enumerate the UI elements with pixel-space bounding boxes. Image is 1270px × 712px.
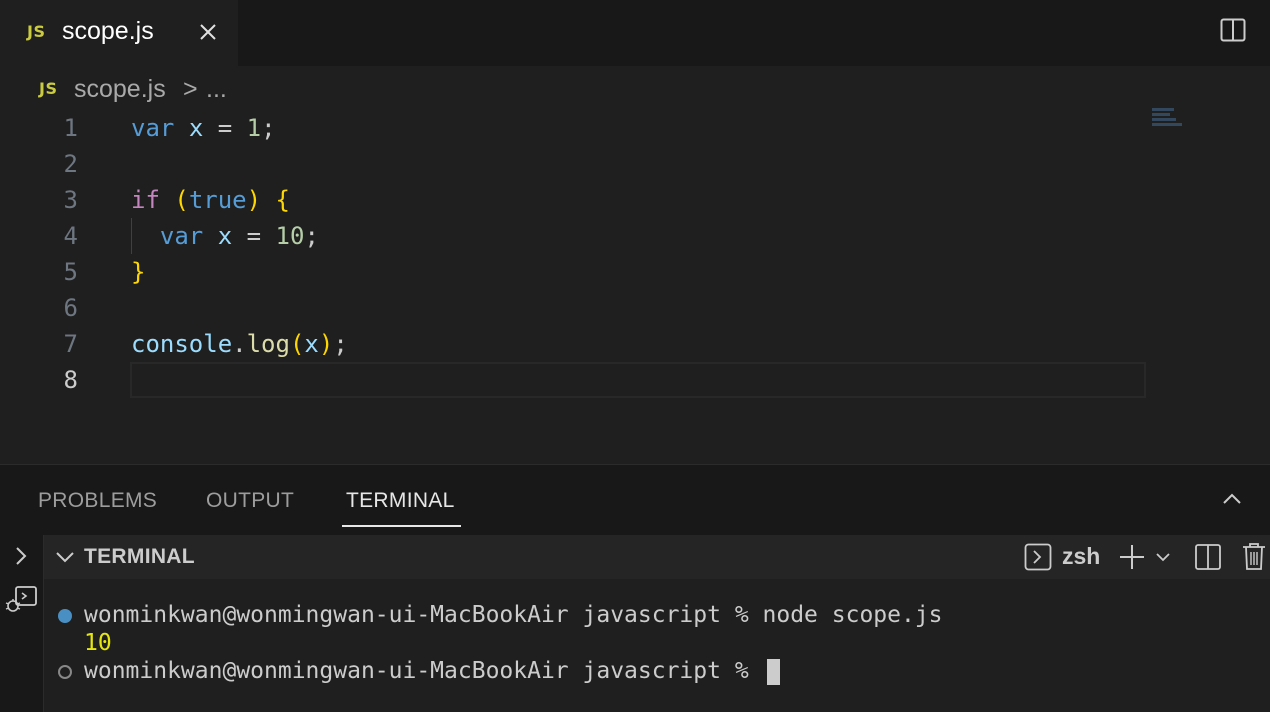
number-literal: 1 bbox=[246, 114, 262, 142]
current-line-highlight bbox=[130, 362, 1146, 398]
identifier: x bbox=[304, 330, 319, 358]
identifier: console bbox=[131, 330, 233, 358]
javascript-file-icon: JS bbox=[39, 79, 58, 98]
number-literal: 10 bbox=[275, 222, 305, 250]
chevron-up-icon[interactable] bbox=[1220, 487, 1244, 511]
tab-output[interactable]: OUTPUT bbox=[206, 489, 294, 513]
keyword: var bbox=[131, 114, 175, 142]
plus-icon[interactable] bbox=[1118, 543, 1146, 571]
code-editor[interactable]: 1 var x = 1; 2 3 if (true) { 4 var x = 1… bbox=[0, 110, 1270, 464]
semicolon: ; bbox=[333, 330, 348, 358]
terminal-side-strip bbox=[0, 535, 44, 712]
terminal-prompt: wonminkwan@wonmingwan-ui-MacBookAir java… bbox=[84, 658, 763, 684]
code-line: 5 } bbox=[0, 254, 1150, 290]
terminal-cursor bbox=[766, 658, 780, 685]
editor-tab-bar: JS scope.js bbox=[0, 0, 1270, 66]
trash-icon[interactable] bbox=[1241, 541, 1267, 571]
code-line: 2 bbox=[0, 146, 1150, 182]
chevron-right-icon[interactable] bbox=[10, 545, 32, 567]
code-line: 7 console.log(x); bbox=[0, 326, 1150, 362]
brace: } bbox=[131, 258, 146, 286]
close-icon[interactable] bbox=[196, 20, 220, 44]
breadcrumb-separator: > bbox=[183, 75, 198, 103]
brace: { bbox=[275, 186, 290, 214]
code-line: 3 if (true) { bbox=[0, 182, 1150, 218]
semicolon: ; bbox=[261, 114, 276, 142]
tab-problems[interactable]: PROBLEMS bbox=[38, 489, 157, 513]
terminal-line: wonminkwan@wonmingwan-ui-MacBookAir java… bbox=[84, 602, 943, 628]
line-number: 4 bbox=[63, 222, 78, 250]
line-number: 2 bbox=[63, 150, 78, 178]
command-pending-dot[interactable] bbox=[58, 665, 72, 679]
javascript-file-icon: JS bbox=[27, 22, 46, 41]
minimap[interactable] bbox=[1152, 108, 1186, 140]
terminal-section-title: TERMINAL bbox=[84, 545, 195, 568]
chevron-down-icon[interactable] bbox=[54, 546, 76, 568]
shell-name[interactable]: zsh bbox=[1062, 543, 1100, 570]
line-number: 6 bbox=[63, 294, 78, 322]
command-success-dot[interactable] bbox=[58, 609, 72, 623]
paren: ( bbox=[174, 186, 189, 214]
editor-tab-scope-js[interactable]: JS scope.js bbox=[0, 0, 238, 66]
line-number: 7 bbox=[63, 330, 78, 358]
dot: . bbox=[232, 330, 247, 358]
paren: ) bbox=[246, 186, 262, 214]
operator: = bbox=[203, 114, 247, 142]
code-line: 1 var x = 1; bbox=[0, 110, 1150, 146]
line-number: 1 bbox=[63, 114, 78, 142]
split-terminal-icon[interactable] bbox=[1194, 543, 1222, 571]
tab-terminal[interactable]: TERMINAL bbox=[346, 489, 455, 513]
tab-label: scope.js bbox=[62, 17, 154, 45]
active-tab-indicator bbox=[342, 525, 461, 527]
keyword: var bbox=[159, 222, 204, 250]
line-number: 8 bbox=[63, 366, 78, 394]
terminal-output-line: 10 bbox=[84, 630, 112, 656]
line-number: 5 bbox=[63, 258, 78, 286]
paren: ) bbox=[318, 330, 334, 358]
line-number: 3 bbox=[63, 186, 78, 214]
terminal-output[interactable]: wonminkwan@wonmingwan-ui-MacBookAir java… bbox=[44, 579, 1270, 712]
chevron-down-icon[interactable] bbox=[1154, 547, 1172, 567]
paren: ( bbox=[289, 330, 305, 358]
boolean-literal: true bbox=[188, 186, 247, 214]
debug-console-icon[interactable] bbox=[4, 585, 38, 615]
indent-guide bbox=[131, 218, 132, 254]
split-editor-icon[interactable] bbox=[1220, 17, 1246, 43]
terminal-prompt-line: wonminkwan@wonmingwan-ui-MacBookAir java… bbox=[84, 657, 780, 685]
code-line: 6 bbox=[0, 290, 1150, 326]
terminal-shell-icon[interactable] bbox=[1024, 543, 1052, 571]
operator: = bbox=[232, 222, 276, 250]
code-line: 4 var x = 10; bbox=[0, 218, 1150, 254]
breadcrumb-file[interactable]: scope.js bbox=[74, 75, 166, 104]
breadcrumb: JS scope.js > ... bbox=[0, 66, 1270, 112]
semicolon: ; bbox=[304, 222, 319, 250]
panel-tab-bar: PROBLEMS OUTPUT TERMINAL bbox=[0, 465, 1270, 535]
breadcrumb-symbols[interactable]: ... bbox=[206, 75, 227, 104]
function-name: log bbox=[246, 330, 290, 358]
keyword: if bbox=[131, 186, 160, 214]
terminal-header: TERMINAL zsh bbox=[44, 535, 1270, 579]
identifier: x bbox=[217, 222, 233, 250]
identifier: x bbox=[188, 114, 204, 142]
bottom-panel: PROBLEMS OUTPUT TERMINAL TERMINAL zsh wo… bbox=[0, 464, 1270, 712]
